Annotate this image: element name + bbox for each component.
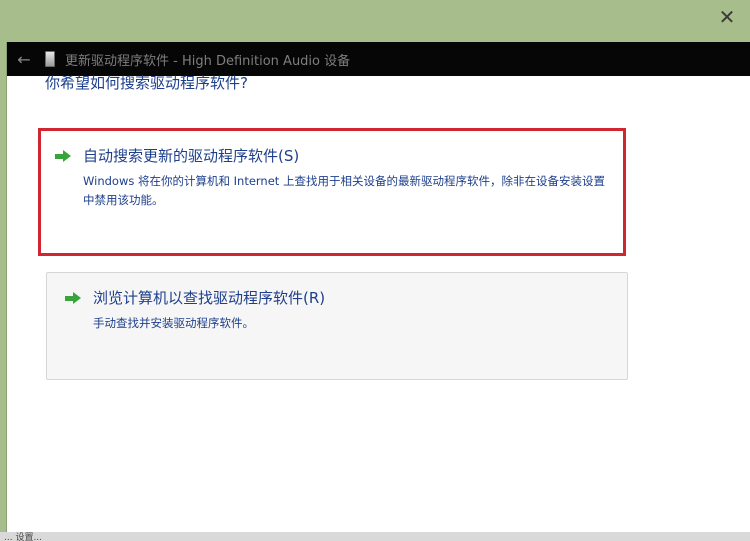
option-browse-computer-text: 浏览计算机以查找驱动程序软件(R) 手动查找并安装驱动程序软件。 — [93, 287, 623, 333]
close-icon: ✕ — [718, 5, 736, 29]
option-browse-computer-title: 浏览计算机以查找驱动程序软件(R) — [93, 289, 326, 307]
option-auto-search[interactable]: 自动搜索更新的驱动程序软件(S) Windows 将在你的计算机和 Intern… — [38, 128, 626, 256]
back-arrow-icon: ← — [17, 49, 31, 69]
desktop-top-strip: ✕ — [0, 0, 750, 42]
option-browse-computer-description: 手动查找并安装驱动程序软件。 — [93, 316, 254, 330]
close-button[interactable]: ✕ — [712, 4, 742, 30]
bottom-status-bar: ... 设置... — [0, 532, 750, 541]
option-auto-search-description: Windows 将在你的计算机和 Internet 上查找用于相关设备的最新驱动… — [83, 174, 605, 207]
option-browse-computer-row: 浏览计算机以查找驱动程序软件(R) 手动查找并安装驱动程序软件。 — [65, 287, 623, 333]
option-auto-search-row: 自动搜索更新的驱动程序软件(S) Windows 将在你的计算机和 Intern… — [55, 145, 613, 210]
option-auto-search-text: 自动搜索更新的驱动程序软件(S) Windows 将在你的计算机和 Intern… — [83, 145, 613, 210]
green-arrow-icon — [65, 290, 81, 306]
device-icon — [45, 51, 55, 67]
option-browse-computer[interactable]: 浏览计算机以查找驱动程序软件(R) 手动查找并安装驱动程序软件。 — [46, 272, 628, 380]
dialog-titlebar: ← 更新驱动程序软件 - High Definition Audio 设备 — [7, 42, 750, 76]
dialog-title: 更新驱动程序软件 - High Definition Audio 设备 — [65, 53, 351, 69]
status-text: ... 设置... — [4, 533, 43, 541]
green-arrow-icon — [55, 148, 71, 164]
option-auto-search-title: 自动搜索更新的驱动程序软件(S) — [83, 147, 300, 165]
page-question: 你希望如何搜索驱动程序软件? — [45, 74, 248, 92]
back-button[interactable]: ← — [7, 42, 41, 76]
